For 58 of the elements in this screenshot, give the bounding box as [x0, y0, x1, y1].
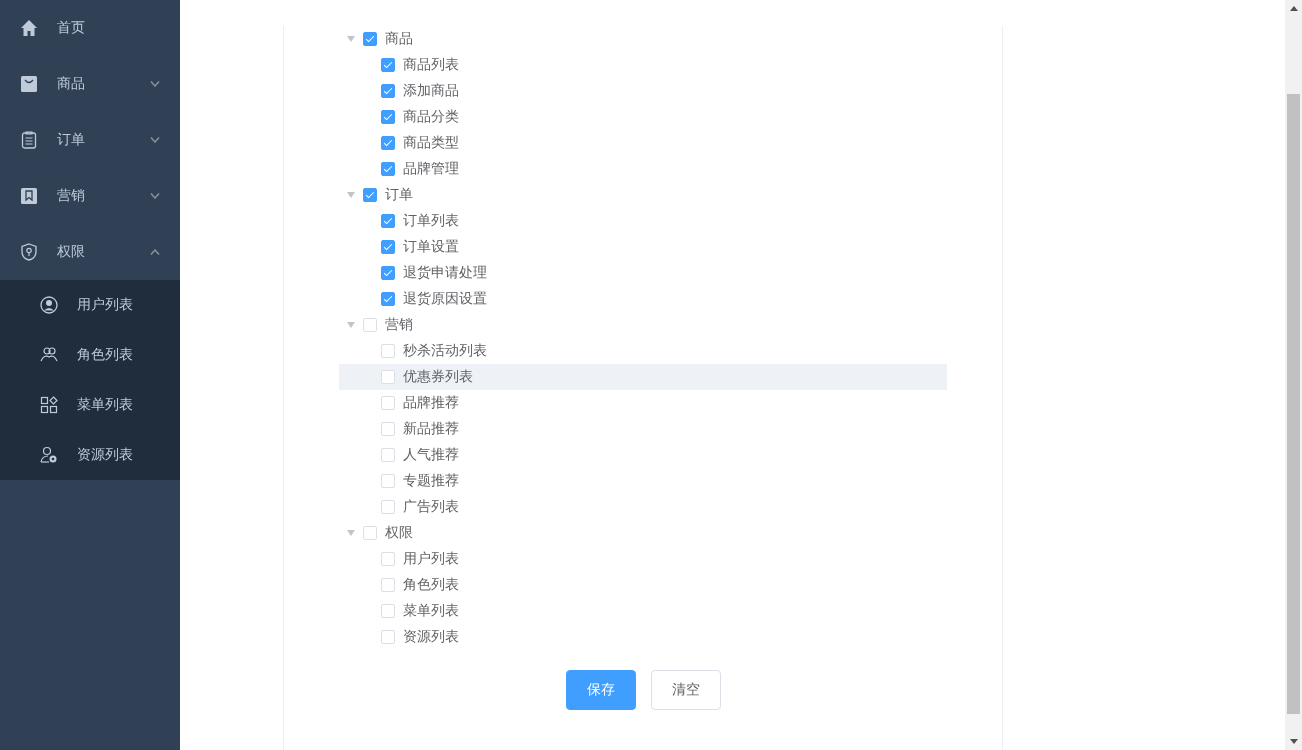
grid-icon [40, 396, 58, 414]
tree-node[interactable]: 品牌管理 [339, 156, 947, 182]
tree-node[interactable]: 商品列表 [339, 52, 947, 78]
scroll-up-icon [1289, 6, 1298, 11]
checkbox[interactable] [363, 32, 377, 46]
tree-node[interactable]: 订单列表 [339, 208, 947, 234]
tree-node[interactable]: 广告列表 [339, 494, 947, 520]
checkbox[interactable] [381, 110, 395, 124]
scroll-down-icon [1289, 739, 1298, 744]
tree-node[interactable]: 订单 [339, 182, 947, 208]
submenu-item[interactable]: 用户列表 [0, 280, 180, 330]
home-icon [20, 19, 38, 37]
submenu-item[interactable]: 资源列表 [0, 430, 180, 480]
tree-node[interactable]: 退货申请处理 [339, 260, 947, 286]
tree-node[interactable]: 秒杀活动列表 [339, 338, 947, 364]
submenu-item[interactable]: 菜单列表 [0, 380, 180, 430]
sidebar-item[interactable]: 商品 [0, 56, 180, 112]
clear-button[interactable]: 清空 [650, 670, 721, 710]
tree-node[interactable]: 新品推荐 [339, 416, 947, 442]
checkbox[interactable] [381, 58, 395, 72]
user-gear-icon [40, 446, 58, 464]
checkbox[interactable] [381, 266, 395, 280]
sidebar-item[interactable]: 订单 [0, 112, 180, 168]
tree-node[interactable]: 退货原因设置 [339, 286, 947, 312]
users-icon [40, 346, 58, 364]
bag-icon [20, 75, 38, 93]
tree-node[interactable]: 资源列表 [339, 624, 947, 650]
checkbox[interactable] [381, 214, 395, 228]
tree-node[interactable]: 人气推荐 [339, 442, 947, 468]
checkbox[interactable] [363, 188, 377, 202]
tree-node[interactable]: 商品类型 [339, 130, 947, 156]
tree-node[interactable]: 商品 [339, 26, 947, 52]
sidebar-item[interactable]: 权限 [0, 224, 180, 280]
tree-node[interactable]: 用户列表 [339, 546, 947, 572]
tree-node[interactable]: 专题推荐 [339, 468, 947, 494]
tree-node[interactable]: 角色列表 [339, 572, 947, 598]
tree-node[interactable]: 权限 [339, 520, 947, 546]
tree-node[interactable]: 优惠券列表 [339, 364, 947, 390]
checkbox[interactable] [381, 292, 395, 306]
tree-node[interactable]: 订单设置 [339, 234, 947, 260]
sidebar-item[interactable]: 首页 [0, 0, 180, 56]
tree-node[interactable]: 营销 [339, 312, 947, 338]
scrollbar[interactable] [1285, 0, 1302, 750]
scrollbar-thumb[interactable] [1287, 94, 1300, 714]
tree-node[interactable]: 品牌推荐 [339, 390, 947, 416]
user-circle-icon [40, 296, 58, 314]
shield-icon [20, 243, 38, 261]
submenu-item[interactable]: 角色列表 [0, 330, 180, 380]
bookmark-icon [20, 187, 38, 205]
checkbox[interactable] [381, 84, 395, 98]
tree-node[interactable]: 菜单列表 [339, 598, 947, 624]
tree-node[interactable]: 商品分类 [339, 104, 947, 130]
checkbox[interactable] [381, 162, 395, 176]
checkbox[interactable] [381, 240, 395, 254]
tree-node[interactable]: 添加商品 [339, 78, 947, 104]
checkbox[interactable] [381, 136, 395, 150]
clipboard-icon [20, 131, 38, 149]
sidebar-item[interactable]: 营销 [0, 168, 180, 224]
